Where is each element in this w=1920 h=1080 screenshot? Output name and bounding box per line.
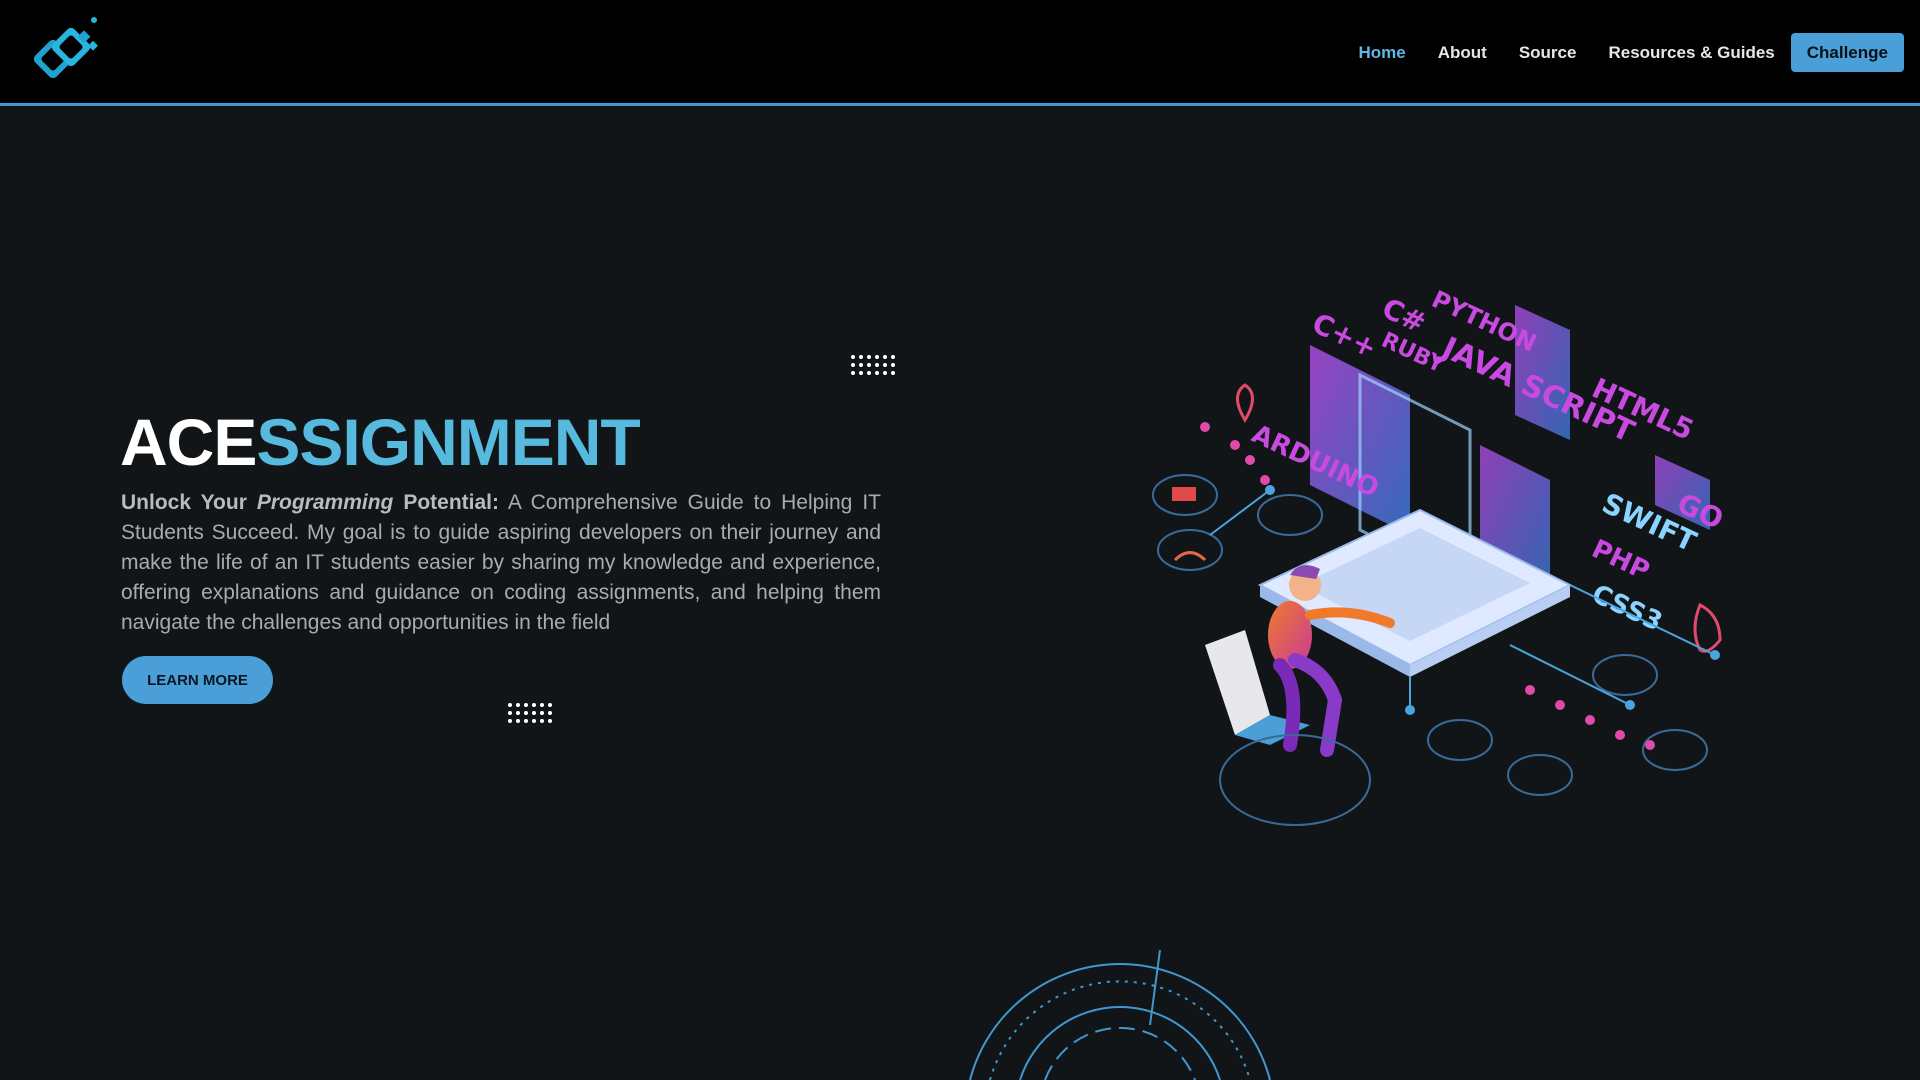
label-css3: CSS3 (1587, 579, 1667, 637)
label-php: PHP (1587, 534, 1654, 586)
hero-desc-bold-1: Unlock Your (121, 491, 247, 514)
hero-desc-bold-2: Potential: (403, 491, 500, 514)
learn-more-button[interactable]: LEARN MORE (122, 656, 273, 704)
dot-grid-decoration (508, 703, 552, 723)
diamond-link-logo-icon[interactable] (30, 14, 106, 90)
chat-icon (1172, 487, 1196, 501)
programmer-laptop-illustration: C# PYTHON C++ RUBY JAVA SCRIPT HTML5 ARD… (1152, 285, 1728, 826)
hero-title-ssignment: SSIGNMENT (256, 405, 640, 479)
main-nav: Home About Source Resources & Guides Cha… (1327, 33, 1904, 72)
dot-grid-decoration (851, 355, 895, 375)
shield-icon (1693, 602, 1722, 653)
location-pin-icon (1236, 383, 1254, 423)
hero-desc-italic: Programming (256, 491, 394, 514)
hero-title-ace: ACE (120, 405, 257, 479)
challenge-button[interactable]: Challenge (1790, 33, 1904, 72)
top-navigation-bar: Home About Source Resources & Guides Cha… (0, 0, 1920, 106)
hero-title: ACESSIGNMENT (120, 402, 641, 482)
nav-home-link[interactable]: Home (1359, 43, 1406, 63)
radar-rings-decoration (969, 950, 1271, 1080)
nav-about-link[interactable]: About (1438, 43, 1487, 63)
hero-description: Unlock Your Programming Potential: A Com… (121, 488, 881, 638)
nav-resources-guides-link[interactable]: Resources & Guides (1608, 43, 1774, 63)
wifi-icon (1173, 551, 1207, 562)
nav-source-link[interactable]: Source (1519, 43, 1577, 63)
